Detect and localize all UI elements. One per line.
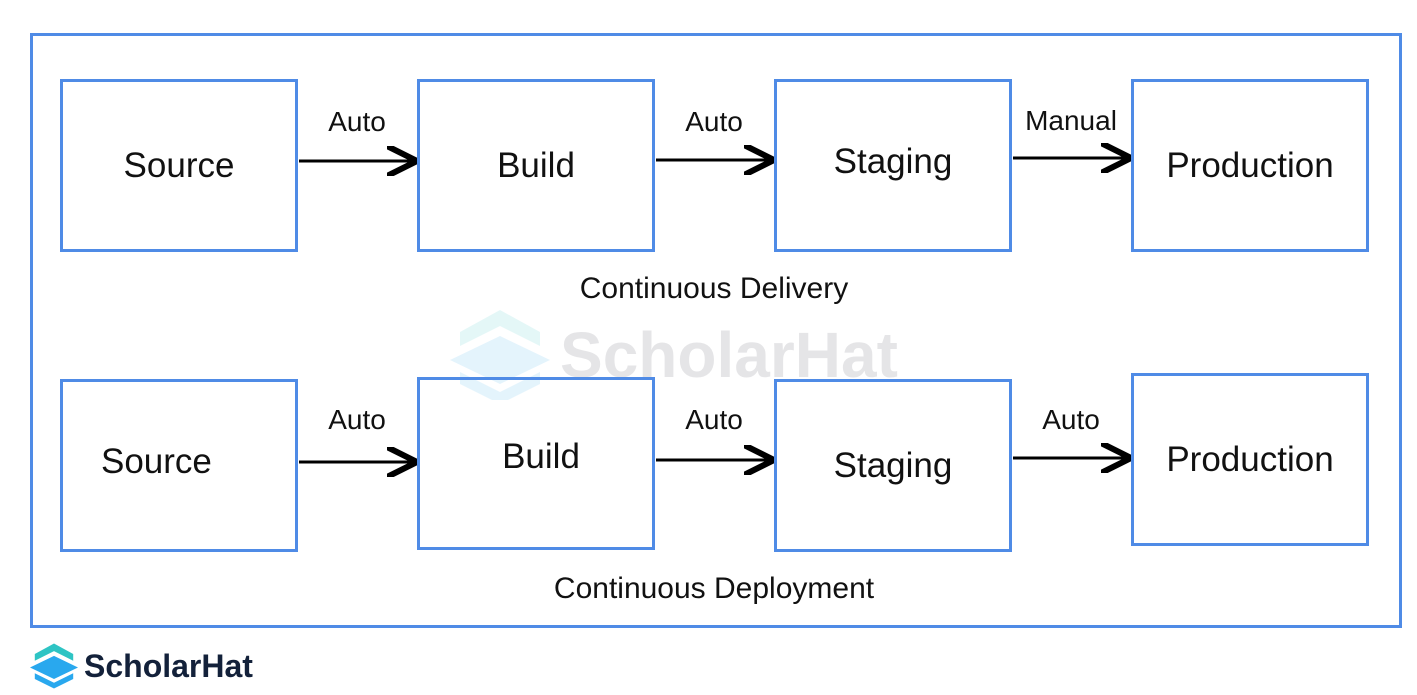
brand-name: ScholarHat (84, 647, 253, 684)
stage-production: Production (1131, 79, 1369, 252)
stage-label: Build (497, 145, 575, 185)
stage-label: Staging (833, 445, 953, 485)
transition-label: Auto (1042, 404, 1100, 435)
stage-build: Build (417, 377, 655, 550)
transition-label: Manual (1025, 105, 1117, 136)
transition-label: Auto (328, 106, 386, 137)
stage-staging: Staging (774, 79, 1012, 252)
row-caption: Continuous Delivery (579, 272, 849, 305)
stage-build: Build (417, 79, 655, 252)
transition-label: Auto (685, 106, 743, 137)
stage-source: Source (60, 79, 298, 252)
diagram: ScholarHat Source Build Staging Producti… (0, 0, 1417, 695)
transition-label: Auto (328, 404, 386, 435)
stage-label: Source (101, 441, 212, 481)
graduation-hat-stack-icon (30, 643, 78, 689)
stage-label: Build (502, 436, 580, 476)
row-caption: Continuous Deployment (553, 572, 875, 605)
stage-label: Source (123, 145, 235, 185)
stage-production: Production (1131, 373, 1369, 546)
stage-source: Source (60, 379, 298, 552)
stage-label: Production (1166, 439, 1334, 479)
stage-label: Production (1166, 145, 1334, 185)
transition-label: Auto (685, 404, 743, 435)
stage-staging: Staging (774, 379, 1012, 552)
stage-label: Staging (833, 141, 953, 181)
brand-logo: ScholarHat (30, 643, 253, 689)
